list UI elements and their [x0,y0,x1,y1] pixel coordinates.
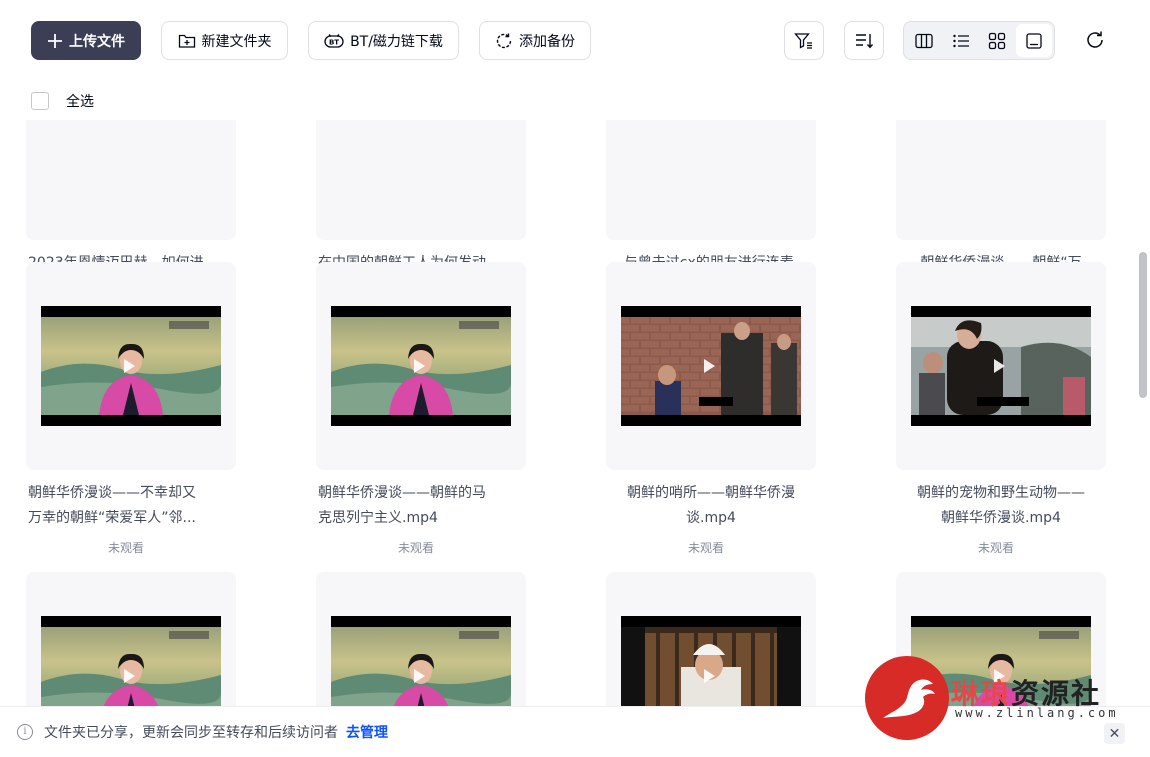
upload-label: 上传文件 [69,33,125,50]
refresh-button[interactable] [1080,25,1110,55]
file-thumbnail[interactable] [26,572,236,706]
close-notice-button[interactable]: ✕ [1104,723,1125,744]
columns-view-icon [915,33,933,48]
bt-icon: BT [324,33,344,48]
plus-icon [48,33,62,48]
backup-icon [496,33,512,48]
new-folder-button[interactable]: 新建文件夹 [161,21,288,60]
file-name[interactable]: 朝鲜华侨漫谈——不幸却又 万幸的朝鲜“荣爱军人”邻... [28,481,228,531]
file-name-line: 朝鲜华侨漫谈——不幸却又 [28,485,196,501]
file-thumbnail[interactable] [896,120,1106,240]
file-name[interactable]: 朝鲜的哨所——朝鲜华侨漫 谈.mp4 [611,481,811,531]
list-view-button[interactable] [943,24,980,57]
share-notice-bar: i 文件夹已分享，更新会同步至转存和后续访问者 去管理 [0,706,1150,757]
file-name-line: 克思列宁主义.mp4 [318,510,438,526]
play-icon [704,359,715,373]
folder-plus-icon [178,34,195,48]
video-preview [621,306,801,426]
close-icon: ✕ [1108,725,1121,742]
file-grid: 2023年恩情迈巴赫，如何进入朝鲜？——朝鲜华侨漫...已观看1%在中国的朝鲜工… [0,120,1138,706]
add-backup-button[interactable]: 添加备份 [479,21,591,60]
single-view-icon [1026,32,1042,49]
columns-view-button[interactable] [906,24,943,57]
file-thumbnail[interactable] [606,572,816,706]
file-thumbnail[interactable] [896,572,1106,706]
video-preview [621,616,801,706]
file-thumbnail[interactable] [26,262,236,470]
play-icon [124,669,135,683]
bt-download-label: BT/磁力链下载 [350,33,443,50]
video-preview [41,616,221,706]
grid-view-button[interactable] [979,24,1016,57]
file-thumbnail[interactable] [316,262,526,470]
watch-status: 未观看 [977,541,1014,555]
filter-icon [794,32,812,49]
play-icon [994,669,1005,683]
watch-status: 未观看 [107,541,144,555]
play-icon [414,669,425,683]
play-icon [124,359,135,373]
share-notice-message: 文件夹已分享，更新会同步至转存和后续访问者 [44,725,338,741]
grid-view-icon [989,32,1006,49]
file-thumbnail[interactable] [26,120,236,240]
file-name-line: 朝鲜的宠物和野生动物—— [917,485,1085,501]
select-all[interactable]: 全选 [31,91,94,111]
watch-status: 未观看 [687,541,724,555]
new-folder-label: 新建文件夹 [201,33,272,50]
scrollbar-thumb[interactable] [1139,252,1147,398]
file-thumbnail[interactable] [606,120,816,240]
play-icon [994,359,1005,373]
upload-button[interactable]: 上传文件 [31,21,141,60]
refresh-icon [1087,31,1103,48]
play-icon [704,669,715,683]
sort-icon [856,33,874,48]
file-name[interactable]: 朝鲜的宠物和野生动物—— 朝鲜华侨漫谈.mp4 [901,481,1101,531]
svg-text:BT: BT [329,38,339,46]
video-preview [911,616,1091,706]
video-preview [911,306,1091,426]
bt-download-button[interactable]: BT BT/磁力链下载 [308,21,459,60]
file-thumbnail[interactable] [316,572,526,706]
file-thumbnail[interactable] [316,120,526,240]
sort-button[interactable] [844,21,884,60]
video-preview [41,306,221,426]
file-thumbnail[interactable] [606,262,816,470]
manage-link[interactable]: 去管理 [346,722,388,742]
select-all-label: 全选 [66,94,94,110]
file-name-line: 万幸的朝鲜“荣爱军人”邻... [28,510,196,526]
add-backup-label: 添加备份 [519,33,575,50]
file-thumbnail[interactable] [896,262,1106,470]
file-name-line: 谈.mp4 [686,510,736,526]
single-view-button[interactable] [1015,24,1052,57]
select-all-checkbox[interactable] [31,92,49,110]
file-name-line: 朝鲜华侨漫谈——朝鲜的马 [318,485,486,501]
file-name[interactable]: 朝鲜华侨漫谈——朝鲜的马 克思列宁主义.mp4 [318,481,518,531]
play-icon [414,359,425,373]
view-mode-switch [903,21,1055,60]
toolbar: 上传文件 新建文件夹 BT BT/磁力链下载 添加备份 [0,0,1150,80]
file-name-line: 朝鲜的哨所——朝鲜华侨漫 [627,485,795,501]
list-view-icon [953,34,969,47]
info-icon: i [17,724,33,740]
file-name-line: 朝鲜华侨漫谈.mp4 [941,510,1061,526]
video-preview [331,306,511,426]
filter-button[interactable] [784,21,824,60]
watch-status: 未观看 [397,541,434,555]
video-preview [331,616,511,706]
